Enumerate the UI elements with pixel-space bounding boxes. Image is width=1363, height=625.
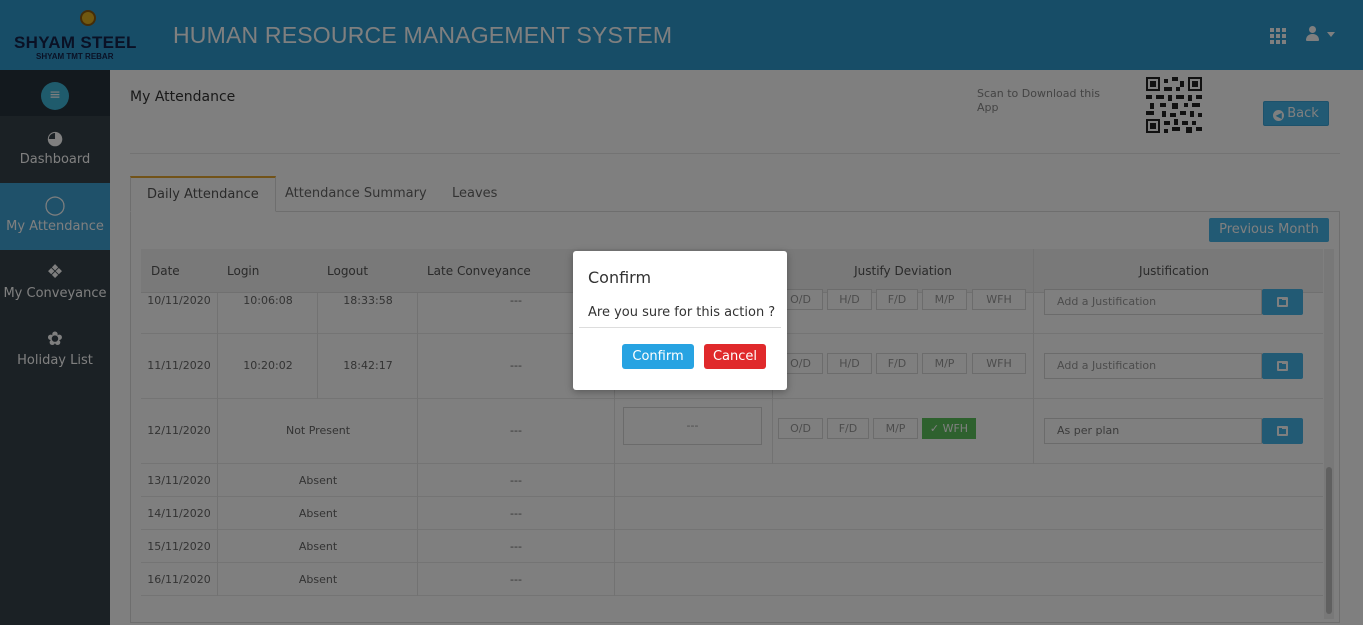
modal-backdrop[interactable]: Confirm Are you sure for this action ? C… [0, 0, 1363, 625]
dialog-title: Confirm [588, 268, 652, 287]
dialog-message: Are you sure for this action ? [588, 305, 776, 320]
divider [579, 327, 781, 328]
confirm-button[interactable]: Confirm [622, 344, 694, 369]
confirm-dialog: Confirm Are you sure for this action ? C… [573, 251, 787, 390]
cancel-button[interactable]: Cancel [704, 344, 766, 369]
